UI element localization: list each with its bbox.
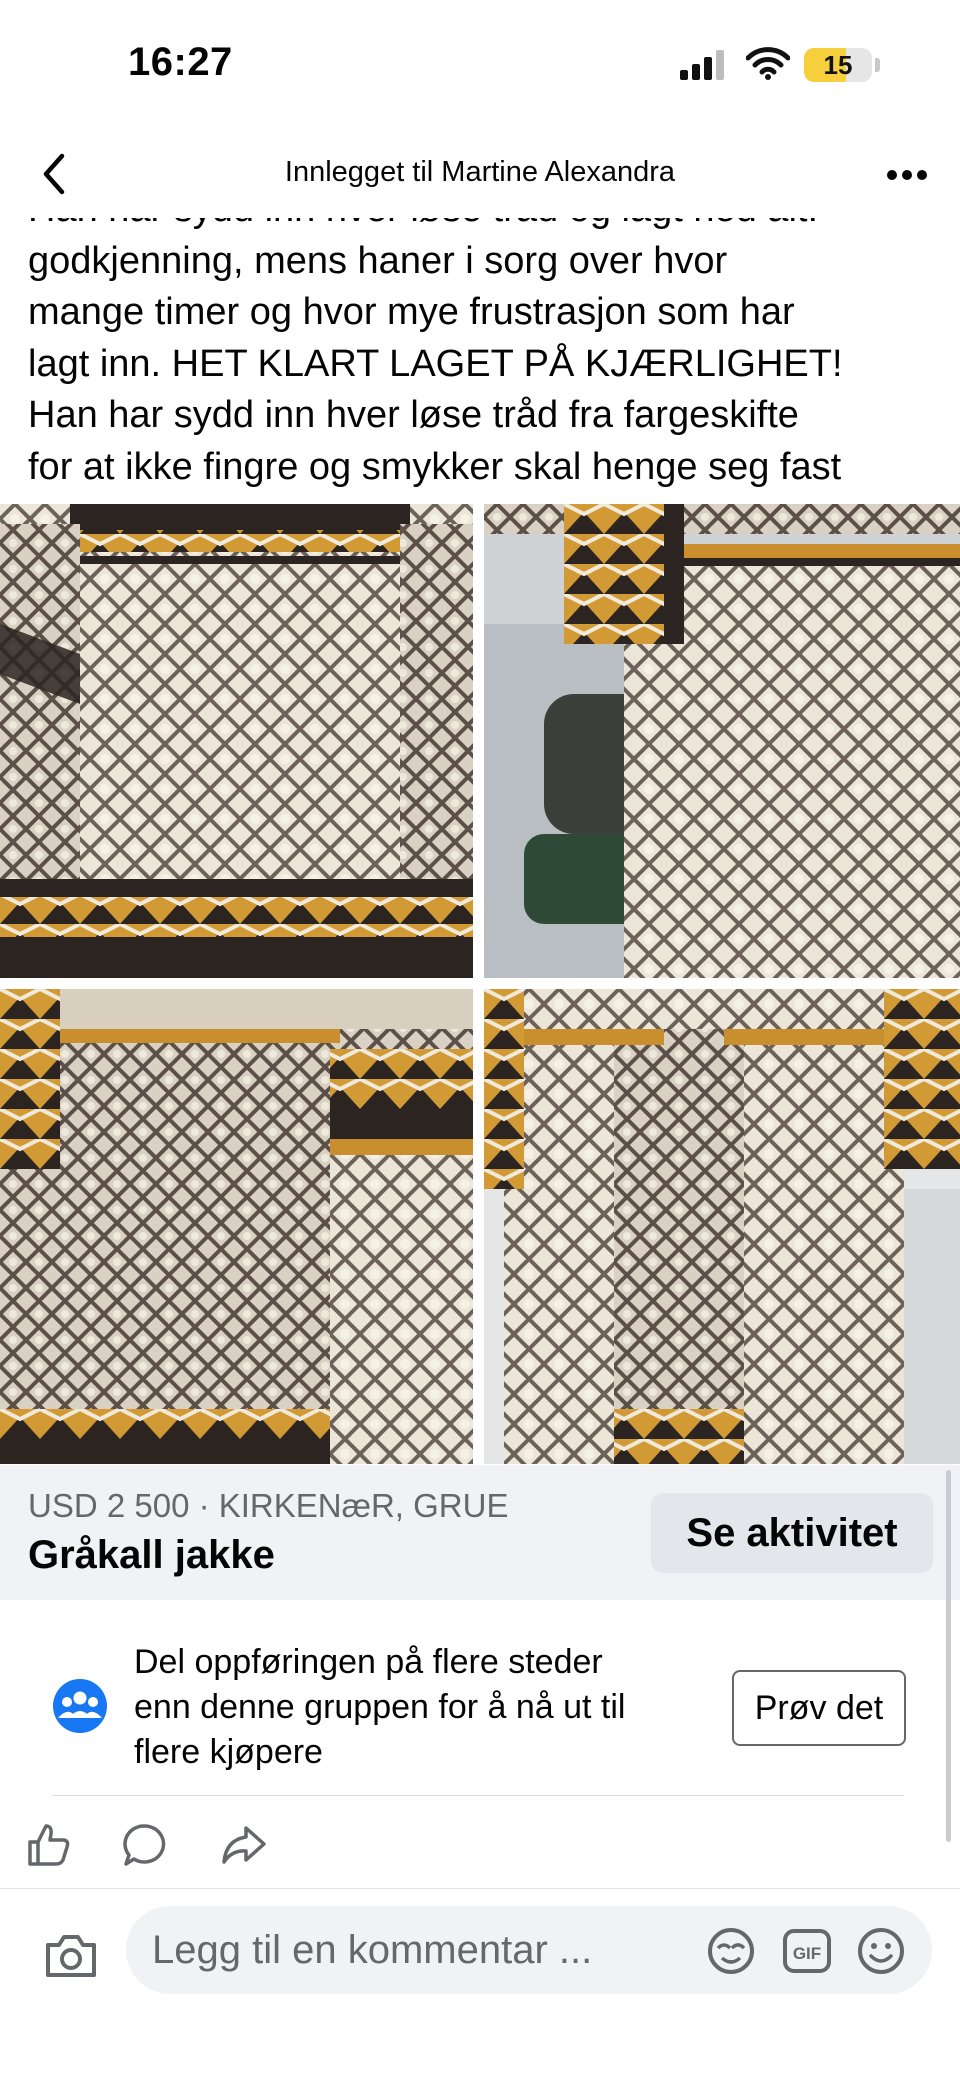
cellular-signal-icon — [680, 50, 724, 80]
nav-bar: Innlegget til Martine Alexandra — [0, 130, 960, 219]
back-button[interactable] — [30, 144, 80, 204]
share-prompt-line: enn denne gruppen for å nå ut til — [134, 1688, 626, 1726]
share-prompt: Del oppføringen på flere steder enn denn… — [0, 1600, 960, 1796]
photo-sweater-side[interactable] — [484, 504, 960, 978]
see-activity-button[interactable]: Se aktivitet — [651, 1493, 933, 1573]
speech-bubble-icon[interactable] — [122, 1822, 168, 1868]
more-options-button[interactable] — [878, 150, 938, 200]
more-horizontal-icon — [887, 170, 927, 180]
comment-composer: Legg til en kommentar ... GIF — [0, 1888, 960, 2082]
photo-sweater-open[interactable] — [484, 989, 960, 1464]
scrollbar[interactable] — [946, 1470, 951, 1842]
caption-line: godkjenning, mens haner i sorg over hvor — [28, 239, 728, 282]
listing-info: USD 2 500 · KIRKENæR, GRUE Gråkall jakke… — [0, 1465, 960, 1600]
post-actions — [0, 1800, 960, 1890]
caption-line: Han har sydd inn hver løse tråd fra farg… — [28, 394, 799, 436]
share-prompt-text: Del oppføringen på flere steder enn denn… — [134, 1640, 714, 1775]
wifi-icon — [746, 47, 790, 80]
svg-text:GIF: GIF — [793, 1944, 821, 1963]
comment-placeholder: Legg til en kommentar ... — [152, 1928, 593, 1972]
battery-cap — [875, 58, 880, 72]
caption-line: Han har sydd inn hver løse tråd og lagt … — [28, 218, 948, 236]
share-arrow-icon[interactable] — [220, 1822, 268, 1868]
camera-icon[interactable] — [44, 1931, 98, 1979]
divider — [52, 1795, 904, 1796]
chevron-left-icon — [43, 153, 65, 195]
post-caption: Han har sydd inn hver løse tråd og lagt … — [0, 218, 960, 490]
listing-price-location: USD 2 500 · KIRKENæR, GRUE — [28, 1487, 509, 1524]
share-prompt-line: Del oppføringen på flere steder — [134, 1643, 603, 1681]
caption-line: mange timer og hvor mye frustrasjon som … — [28, 291, 795, 333]
gif-icon[interactable]: GIF — [782, 1928, 832, 1974]
try-it-button[interactable]: Prøv det — [732, 1670, 906, 1746]
emoji-smile-icon[interactable] — [856, 1926, 906, 1976]
battery-indicator: 15 — [804, 48, 872, 82]
battery-level: 15 — [823, 50, 853, 80]
photo-sweater-back[interactable] — [0, 504, 473, 978]
comment-input[interactable]: Legg til en kommentar ... GIF — [126, 1906, 932, 1994]
thumbs-up-icon[interactable] — [26, 1822, 72, 1868]
status-bar: 16:27 15 — [0, 0, 960, 130]
status-time: 16:27 — [128, 40, 233, 84]
photo-sweater-inside[interactable] — [0, 989, 473, 1464]
avatar-sticker-icon[interactable] — [706, 1926, 756, 1976]
listing-title[interactable]: Gråkall jakke — [28, 1533, 275, 1578]
page-title: Innlegget til Martine Alexandra — [284, 156, 676, 188]
group-people-icon — [53, 1679, 107, 1733]
caption-line: for at ikke fingre og smykker skal henge… — [28, 445, 842, 488]
caption-line: lagt inn. HET KLART LAGET PÅ KJÆRLIGHET! — [28, 342, 843, 385]
caption-text: Han har sydd inn hver løse tråd og lagt … — [28, 218, 948, 490]
share-prompt-line: flere kjøpere — [134, 1733, 323, 1771]
